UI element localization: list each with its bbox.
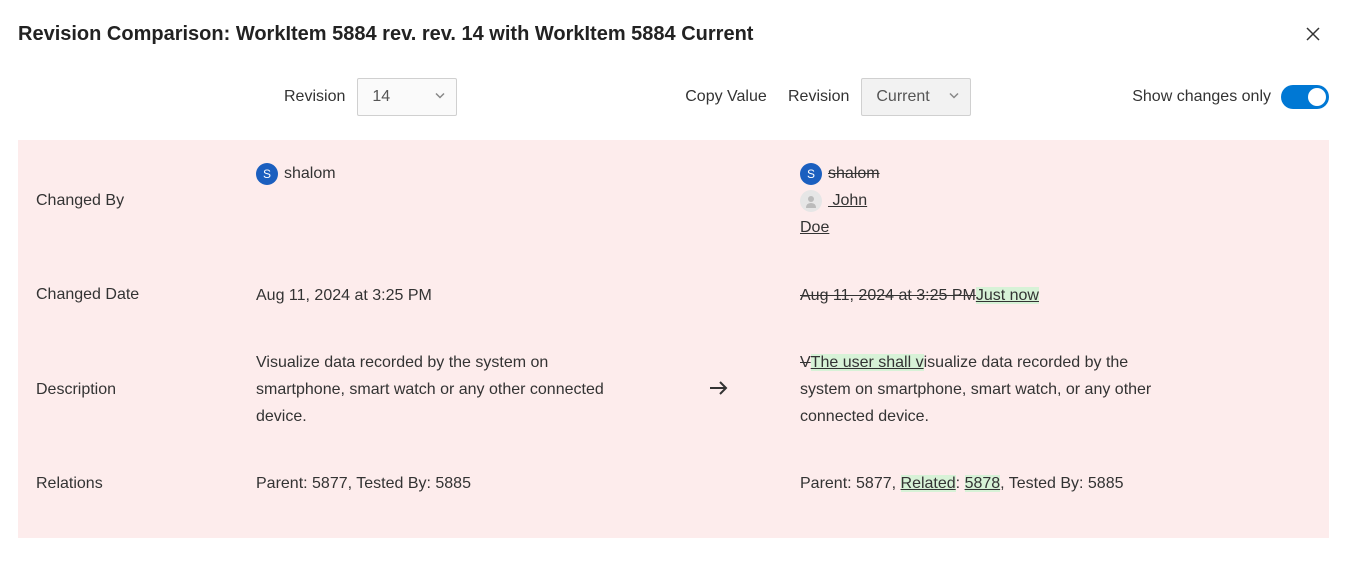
show-changes-only-label: Show changes only bbox=[1132, 88, 1271, 106]
changed-date-right: Aug 11, 2024 at 3:25 PMJust now bbox=[800, 282, 1180, 309]
show-changes-only-toggle[interactable] bbox=[1281, 85, 1329, 109]
user-name: shalom bbox=[284, 165, 336, 182]
dialog-title: Revision Comparison: WorkItem 5884 rev. … bbox=[18, 23, 753, 46]
description-right: VThe user shall visualize data recorded … bbox=[800, 349, 1180, 431]
changed-date-left: Aug 11, 2024 at 3:25 PM bbox=[256, 282, 636, 309]
changed-by-right: Sshalom John Doe bbox=[800, 160, 1180, 242]
user-name-removed: shalom bbox=[828, 165, 880, 182]
avatar: S bbox=[800, 163, 822, 185]
chevron-down-icon bbox=[948, 89, 960, 106]
revision-value-left: 14 bbox=[372, 88, 390, 106]
relations-prefix: Parent: 5877, bbox=[800, 475, 901, 492]
revision-label-left: Revision bbox=[284, 88, 345, 106]
field-label-changed-date: Changed Date bbox=[36, 286, 236, 304]
description-removed: V bbox=[800, 354, 811, 371]
relations-colon: : bbox=[956, 475, 965, 492]
user-name-added-line2: Doe bbox=[800, 219, 829, 236]
copy-value-button[interactable]: Copy Value bbox=[664, 88, 788, 106]
field-label-description: Description bbox=[36, 381, 236, 399]
relations-left: Parent: 5877, Tested By: 5885 bbox=[256, 470, 636, 497]
field-label-relations: Relations bbox=[36, 475, 236, 493]
revision-label-right: Revision bbox=[788, 88, 849, 106]
arrow-right-icon[interactable] bbox=[706, 376, 730, 404]
diff-panel: Changed By Sshalom Sshalom John Doe Chan… bbox=[18, 140, 1329, 538]
description-added: The user shall v bbox=[811, 354, 924, 371]
date-removed: Aug 11, 2024 at 3:25 PM bbox=[800, 287, 976, 304]
relations-related-id: 5878 bbox=[965, 475, 1001, 492]
relations-related-label: Related bbox=[901, 475, 956, 492]
avatar: S bbox=[256, 163, 278, 185]
date-added: Just now bbox=[976, 287, 1039, 304]
avatar-placeholder-icon bbox=[800, 190, 822, 212]
revision-dropdown-right[interactable]: Current bbox=[861, 78, 971, 116]
field-label-changed-by: Changed By bbox=[36, 192, 236, 210]
close-button[interactable] bbox=[1297, 18, 1329, 50]
description-left: Visualize data recorded by the system on… bbox=[256, 349, 636, 431]
user-name-added-line1: John bbox=[828, 192, 867, 209]
changed-by-left: Sshalom bbox=[256, 160, 636, 242]
close-icon bbox=[1305, 26, 1321, 42]
chevron-down-icon bbox=[434, 89, 446, 106]
revision-value-right: Current bbox=[876, 88, 929, 106]
revision-dropdown-left[interactable]: 14 bbox=[357, 78, 457, 116]
relations-suffix: , Tested By: 5885 bbox=[1000, 475, 1123, 492]
relations-right: Parent: 5877, Related: 5878, Tested By: … bbox=[800, 470, 1180, 497]
toggle-thumb bbox=[1308, 88, 1326, 106]
